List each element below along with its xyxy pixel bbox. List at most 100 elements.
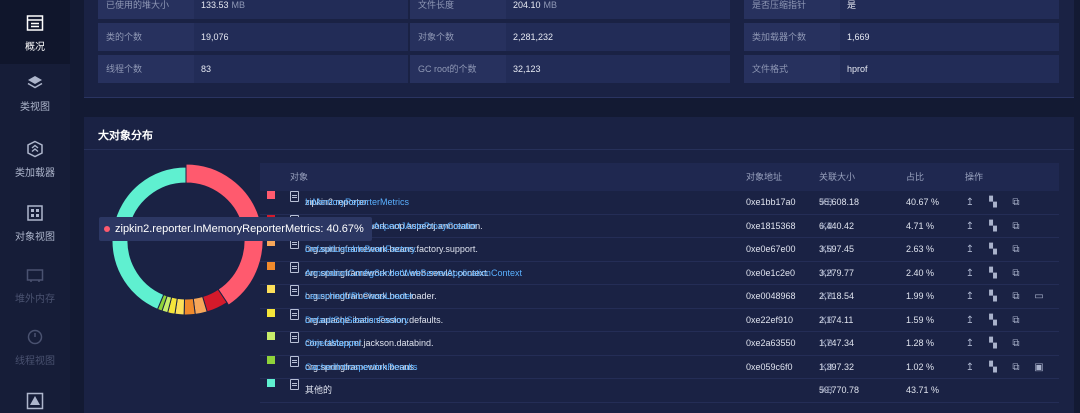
summary-key: GC root的个数 <box>410 55 506 83</box>
copy-icon[interactable]: ⧉ <box>1011 191 1021 208</box>
nav-label: 概况 <box>25 42 45 53</box>
summary-object-count: 对象个数 2,281,232 <box>410 23 730 51</box>
summary-value: hprof <box>847 64 868 74</box>
nav-label: 线程视图 <box>15 356 55 367</box>
copy-icon[interactable]: ⧉ <box>1011 238 1021 255</box>
table-row[interactable]: zipkin2.reporter. InMemoryReporterMetrics… <box>260 191 1059 215</box>
summary-compressed-oops: 是否压缩指针 是 <box>744 0 1059 19</box>
dominator-icon[interactable]: ↥ <box>965 332 975 349</box>
inspect-icon[interactable]: ▣ <box>1034 356 1044 373</box>
class-file-icon <box>290 379 299 390</box>
summary-key: 已使用的堆大小 <box>98 0 194 19</box>
dashboard-icon <box>26 15 44 31</box>
dominator-icon[interactable]: ↥ <box>965 285 975 302</box>
percent: 1.02 % <box>906 361 935 372</box>
table-row[interactable]: org.apache.ibatis.session.defaults. Defau… <box>260 308 1059 332</box>
table-row[interactable]: org.springframework.boot.loader. Launched… <box>260 285 1059 309</box>
summary-file-length: 文件长度 204.10 MB <box>410 0 730 19</box>
percent: 43.71 % <box>906 385 940 395</box>
nav-item-object-view[interactable]: 对象视图 <box>0 204 70 254</box>
tooltip-text: zipkin2.reporter.InMemoryReporterMetrics… <box>115 223 364 235</box>
references-icon[interactable]: ▚ <box>988 309 998 326</box>
color-swatch <box>267 332 275 340</box>
table-row[interactable]: org.springframework.boot.web.servlet.con… <box>260 261 1059 285</box>
class-file-icon <box>290 332 299 343</box>
summary-value: 是 <box>847 0 856 19</box>
dominator-icon[interactable]: ↥ <box>965 238 975 255</box>
summary-key: 文件格式 <box>744 55 840 83</box>
summary-value: 32,123 <box>513 64 541 74</box>
color-swatch <box>267 285 275 293</box>
class-file-icon <box>290 285 299 296</box>
object-class-link[interactable]: CachedIntrospectionResults <box>305 356 418 379</box>
summary-value: 19,076 <box>201 32 229 42</box>
dominator-icon[interactable]: ↥ <box>965 191 975 208</box>
copy-icon[interactable]: ⧉ <box>1011 356 1021 373</box>
warning-icon <box>26 392 44 410</box>
copy-icon[interactable]: ⧉ <box>1011 285 1021 302</box>
nav-item-offheap[interactable]: 堆外内存 <box>0 266 70 316</box>
summary-key: 线程个数 <box>98 55 194 83</box>
references-icon[interactable]: ▚ <box>988 356 998 373</box>
summary-class-count: 类的个数 19,076 <box>98 23 408 51</box>
dominator-icon[interactable]: ↥ <box>965 356 975 373</box>
object-class-link[interactable]: InMemoryReporterMetrics <box>305 191 409 214</box>
object-class-link[interactable]: ObjectMapper <box>305 332 362 355</box>
table-row[interactable]: org.springframework.aop.aspectj.annotati… <box>260 214 1059 238</box>
object-address: 0xe22ef910 <box>746 314 794 325</box>
nav-item-class-loader[interactable]: 类加载器 <box>0 140 70 190</box>
donut-slice[interactable] <box>183 297 196 316</box>
table-row[interactable]: com.fasterxml.jackson.databind. ObjectMap… <box>260 332 1059 356</box>
dominator-icon[interactable]: ↥ <box>965 309 975 326</box>
copy-icon[interactable]: ⧉ <box>1011 262 1021 279</box>
main-content: 已使用的堆大小 133.53 MB 文件长度 204.10 MB 是否压缩指针 是 … <box>84 0 1074 413</box>
header-object: 对象 <box>290 172 309 182</box>
summary-value: 1,669 <box>847 32 870 42</box>
summary-value: 2,281,232 <box>513 32 554 42</box>
object-address: 0xe0e67e00 <box>746 244 796 254</box>
nav-item-class-view[interactable]: 类视图 <box>0 74 70 124</box>
retained-size-unit: KB <box>821 244 834 254</box>
summary-unit: MB <box>231 0 246 10</box>
donut-svg[interactable] <box>106 161 266 321</box>
nav-item-thread-view[interactable]: 线程视图 <box>0 328 70 378</box>
memory-icon <box>26 269 44 282</box>
copy-icon[interactable]: ⧉ <box>1011 309 1021 326</box>
divider <box>84 149 1074 150</box>
references-icon[interactable]: ▚ <box>988 191 998 208</box>
references-icon[interactable]: ▚ <box>988 285 998 302</box>
classloader-icon[interactable]: ▭ <box>1034 285 1044 302</box>
table-row[interactable]: org.springframework.beans.factory.suppor… <box>260 238 1059 262</box>
retained-size-unit: KB <box>821 314 834 325</box>
header-size: 关联大小 <box>819 172 856 182</box>
retained-size-unit: KB <box>821 361 834 372</box>
object-class-link[interactable]: DefaultListableBeanFactory <box>305 238 416 261</box>
table-row[interactable]: org.springframework.beans. CachedIntrospe… <box>260 355 1059 379</box>
header-address: 对象地址 <box>746 172 783 182</box>
object-package: 其他的 <box>305 385 333 395</box>
dominator-icon[interactable]: ↥ <box>965 215 975 232</box>
retained-size-unit: KB <box>821 267 834 278</box>
sidebar: 概况 类视图 类加载器 对象视图 堆外内存 线程视图 <box>0 0 70 413</box>
references-icon[interactable]: ▚ <box>988 332 998 349</box>
retained-size-unit: KB <box>821 385 834 395</box>
percent: 2.40 % <box>906 267 935 278</box>
copy-icon[interactable]: ⧉ <box>1011 215 1021 232</box>
color-swatch <box>267 355 275 364</box>
percent: 1.59 % <box>906 314 935 325</box>
object-class-link[interactable]: AnnotationConfigServletWebServerApplicat… <box>305 262 522 285</box>
object-class-link[interactable]: DefaultSqlSessionFactory <box>305 309 409 332</box>
table-row[interactable]: 其他的 59,770.78 KB 43.71 % <box>260 379 1059 403</box>
summary-heap-size: 已使用的堆大小 133.53 MB <box>98 0 408 19</box>
object-class-link[interactable]: LaunchedURLClassLoader <box>305 285 413 308</box>
references-icon[interactable]: ▚ <box>988 262 998 279</box>
donut-chart[interactable] <box>106 161 266 321</box>
references-icon[interactable]: ▚ <box>988 215 998 232</box>
nav-item-warning[interactable] <box>0 392 70 413</box>
dominator-icon[interactable]: ↥ <box>965 262 975 279</box>
object-address: 0xe0e1c2e0 <box>746 267 796 278</box>
copy-icon[interactable]: ⧉ <box>1011 332 1021 349</box>
summary-thread-count: 线程个数 83 <box>98 55 408 83</box>
nav-item-overview[interactable]: 概况 <box>0 0 70 64</box>
references-icon[interactable]: ▚ <box>988 238 998 255</box>
